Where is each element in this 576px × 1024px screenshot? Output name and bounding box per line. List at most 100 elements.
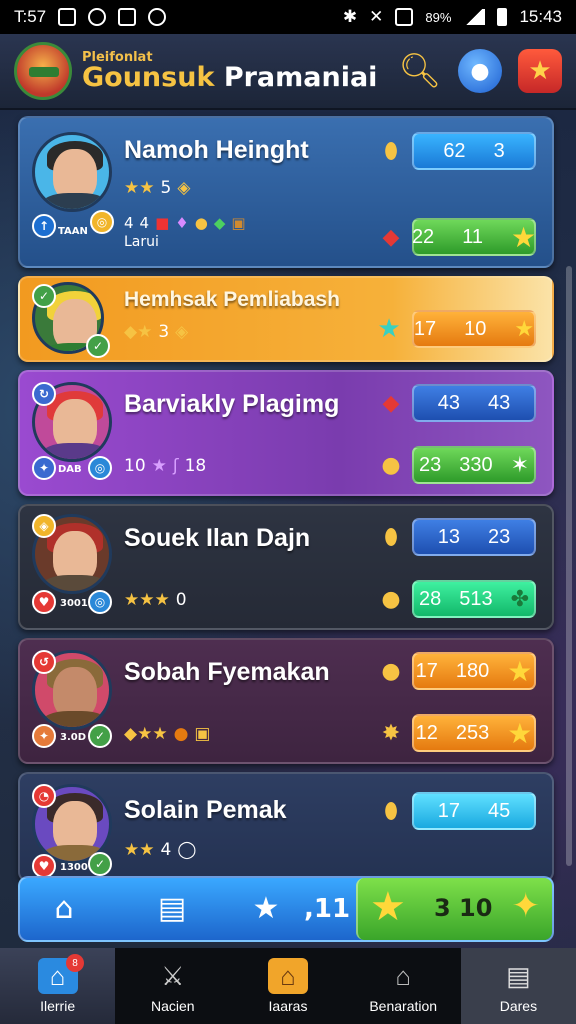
- player-card[interactable]: ◔ ♥ ✓ 1300 Solain Pemak ★★ 4 ◯ ⬮ 17 45: [18, 772, 554, 882]
- favorites-button[interactable]: ★: [518, 49, 562, 93]
- player-sublabel: Larui: [124, 234, 159, 250]
- score-pill[interactable]: 17 10 ★: [412, 310, 536, 348]
- pill-value: 13: [437, 525, 460, 548]
- home-button[interactable]: ⌂: [44, 888, 84, 928]
- coin-icon: ●: [381, 586, 401, 612]
- mute-icon: ✕: [369, 7, 384, 26]
- puzzle-icon: ✤: [510, 586, 530, 611]
- reward-pill[interactable]: 23 330 ✶: [412, 446, 536, 484]
- avatar-label: DAB: [58, 464, 82, 475]
- player-name: Sobah Fyemakan: [124, 658, 330, 686]
- bluetooth-icon: ✱: [342, 7, 358, 26]
- rewards-button[interactable]: ★: [246, 888, 286, 928]
- rank-badge: ↻: [32, 382, 56, 406]
- score-pill[interactable]: 43 43: [412, 384, 536, 422]
- stat-value: 18: [184, 456, 207, 476]
- rewards-count: ,11: [304, 894, 351, 924]
- reward-pill[interactable]: 12 253 ★: [412, 714, 536, 752]
- reward-pill[interactable]: 22 11 ★: [412, 218, 536, 256]
- score-pill[interactable]: 17 180 ★: [412, 652, 536, 690]
- score-pill[interactable]: 13 23: [412, 518, 536, 556]
- player-stats: ◆★★ ● ▣: [124, 724, 210, 744]
- pill-value: 23: [488, 525, 511, 548]
- star-icon: ★: [507, 655, 533, 687]
- gold-icon: ●: [194, 214, 208, 232]
- home-icon: ⌂: [54, 890, 74, 926]
- player-card[interactable]: ↻ ✦ ◎ DAB Barviakly Plagimg 10 ★ ʃ 18 ◆ …: [18, 370, 554, 496]
- map-button[interactable]: ▤: [152, 888, 192, 928]
- score-pill[interactable]: 17 45: [412, 792, 536, 830]
- heart-badge: ♥: [32, 854, 56, 878]
- list-scrollbar[interactable]: [566, 266, 572, 866]
- stat-value: 4: [139, 214, 150, 232]
- gem-icon: ◆★: [124, 322, 153, 342]
- rank-badge: ◔: [32, 784, 56, 808]
- player-card[interactable]: ↺ ✦ ✓ 3.0D Sobah Fyemakan ◆★★ ● ▣ ● 17 1…: [18, 638, 554, 764]
- player-card-selected[interactable]: ✓ ✓ Hemhsak Pemliabash ◆★ 3 ◈ ★ 17 10 ★: [18, 276, 554, 362]
- stat-value: 4: [124, 214, 134, 232]
- player-card[interactable]: ↑ ◎ TAAN Namoh Heinght ★★ 5 ◈ 4 4 ■ ♦ ● …: [18, 116, 554, 268]
- star-icon: ★★★: [124, 590, 170, 610]
- pill-value: 180: [455, 659, 490, 682]
- player-name: Souek Ilan Dajn: [124, 524, 311, 552]
- chat-icon: ●: [470, 58, 490, 84]
- level-badge: ◎: [88, 590, 112, 614]
- pill-value: 17: [415, 659, 438, 682]
- pill-value: 17: [413, 317, 437, 340]
- player-inventory: 4 4 ■ ♦ ● ◆ ▣: [124, 214, 246, 232]
- app-icon: [148, 8, 167, 26]
- star-icon: ★: [151, 456, 167, 476]
- app-logo: [14, 42, 72, 100]
- pill-value: 253: [455, 721, 490, 744]
- player-name: Hemhsak Pemliabash: [124, 288, 340, 311]
- tab-shop[interactable]: ⌂ Iaaras: [230, 948, 346, 1024]
- tab-label: Iaaras: [268, 998, 308, 1014]
- tab-base[interactable]: ⌂ Benaration: [345, 948, 461, 1024]
- tab-label: Dares: [499, 998, 538, 1014]
- box-icon: ▣: [194, 724, 211, 744]
- pill-value: 11: [462, 225, 483, 248]
- stat-value: 10: [124, 456, 146, 476]
- stat-label: Larui: [124, 234, 159, 250]
- coin-badge: ◎: [90, 210, 114, 234]
- search-button[interactable]: 🔍︎: [398, 49, 442, 93]
- coin-icon: ⬮: [384, 524, 398, 550]
- bottom-tab-bar: ⌂ 8 Ilerrie ⚔ Nacien ⌂ Iaaras ⌂ Benarati…: [0, 948, 576, 1024]
- coin-icon: ⬮: [384, 138, 398, 164]
- notification-icon: [58, 8, 77, 26]
- coin-icon: ⬮: [384, 798, 398, 824]
- reward-pill[interactable]: 28 513 ✤: [412, 580, 536, 618]
- stat-value: 4: [160, 840, 172, 860]
- status-bar: T:57 ✱ ✕ 89% 15:43: [0, 0, 576, 34]
- tab-battle[interactable]: ⚔ Nacien: [115, 948, 231, 1024]
- pill-value: 513: [459, 587, 493, 610]
- pill-value: 17: [437, 799, 460, 822]
- player-stats: ◆★ 3 ◈: [124, 322, 188, 342]
- search-icon: 🔍︎: [398, 51, 442, 91]
- player-card[interactable]: ◈ ♥ ◎ 3001 Souek Ilan Dajn ★★★ 0 ⬮ 13 23…: [18, 504, 554, 630]
- status-time-left: T:57: [14, 7, 47, 26]
- pill-value: 43: [437, 391, 460, 414]
- tab-home[interactable]: ⌂ 8 Ilerrie: [0, 948, 116, 1024]
- player-stats: 10 ★ ʃ 18: [124, 456, 206, 476]
- chat-button[interactable]: ●: [458, 49, 502, 93]
- claim-button[interactable]: ★ 3 10 ✦: [356, 878, 552, 940]
- image-icon: [118, 8, 137, 26]
- status-time-right: 15:43: [519, 7, 562, 26]
- stat-value: 0: [175, 590, 187, 610]
- star-icon: ★: [510, 221, 537, 253]
- player-stats: ★★ 5 ◈: [124, 178, 190, 198]
- pill-value: 45: [488, 799, 511, 822]
- avatar-label: 3001: [60, 598, 88, 609]
- tab-more[interactable]: ▤ Dares: [460, 948, 576, 1024]
- tab-label: Ilerrie: [40, 998, 76, 1014]
- player-stats: ★★★ 0: [124, 590, 187, 610]
- pill-value: 43: [488, 391, 511, 414]
- shield-icon: ◈: [175, 322, 189, 342]
- avatar-label: TAAN: [58, 226, 88, 237]
- check-badge: ✓: [88, 724, 112, 748]
- score-pill[interactable]: 62 3: [412, 132, 536, 170]
- star-icon: ★: [514, 316, 535, 341]
- box-icon: ▣: [231, 214, 246, 232]
- sparkle-icon: ✸: [381, 720, 401, 746]
